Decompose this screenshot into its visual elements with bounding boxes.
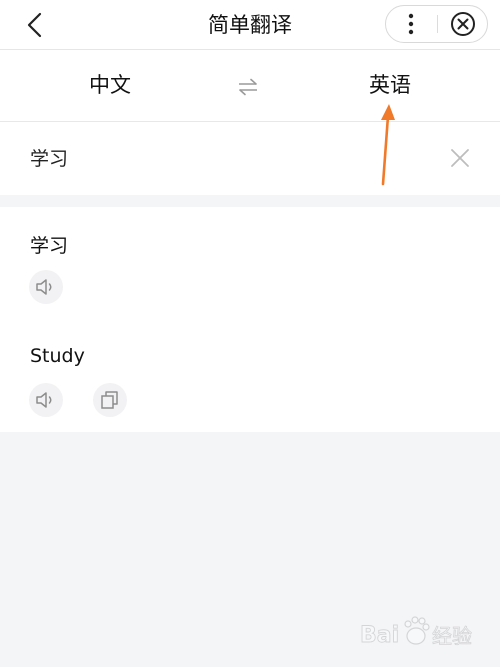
play-translation-audio-button[interactable] xyxy=(29,383,63,417)
source-text-input[interactable]: 学习 xyxy=(30,144,68,171)
watermark-logo: Bai 经验 xyxy=(360,616,472,648)
nav-bar: 简单翻译 xyxy=(0,0,500,50)
clear-input-button[interactable] xyxy=(446,144,474,172)
baidu-jingyan-watermark: Bai 经验 xyxy=(356,612,496,656)
source-language-selector[interactable]: 中文 xyxy=(60,50,160,121)
swap-arrows-icon xyxy=(239,78,257,96)
back-button[interactable] xyxy=(18,8,52,42)
svg-text:Bai: Bai xyxy=(360,623,399,648)
source-text-area[interactable]: 学习 xyxy=(0,122,500,195)
close-circle-icon xyxy=(451,12,475,36)
copy-icon xyxy=(101,391,118,409)
speaker-icon xyxy=(36,392,52,408)
mini-program-capsule xyxy=(385,5,488,43)
language-bar: 中文 英语 xyxy=(0,50,500,122)
svg-text:经验: 经验 xyxy=(432,624,472,648)
translation-results: 学习 Study xyxy=(0,207,500,432)
close-app-button[interactable] xyxy=(438,6,488,42)
close-icon xyxy=(451,149,469,167)
section-gap xyxy=(0,195,500,207)
speaker-icon xyxy=(36,279,52,295)
source-result-text: 学习 xyxy=(30,235,69,257)
copy-translation-button[interactable] xyxy=(93,383,127,417)
swap-languages-button[interactable] xyxy=(233,72,263,102)
target-language-selector[interactable]: 英语 xyxy=(340,50,440,121)
translated-result-text: Study xyxy=(30,345,85,367)
chevron-left-icon xyxy=(27,12,42,38)
more-menu-button[interactable] xyxy=(386,6,436,42)
more-vertical-icon xyxy=(408,13,414,35)
play-source-audio-button[interactable] xyxy=(29,270,63,304)
